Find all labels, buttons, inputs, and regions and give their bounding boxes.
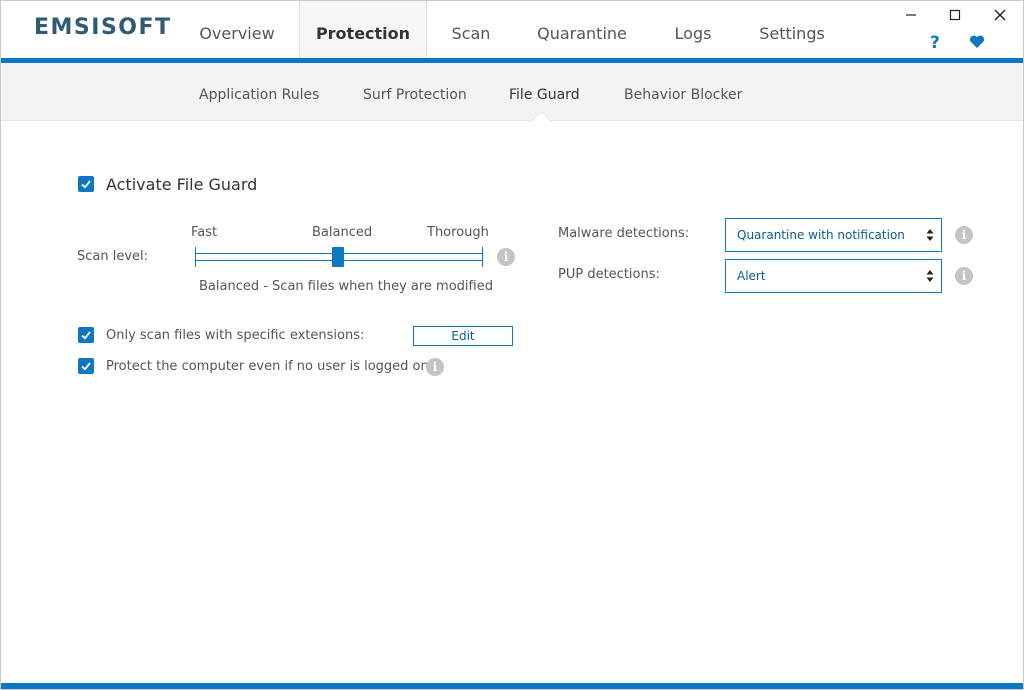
scan-level-thorough-label: Thorough [427,225,489,240]
scan-level-fast-label: Fast [191,225,218,240]
scan-level-balanced-label: Balanced [312,225,373,240]
close-icon[interactable] [988,5,1012,27]
edit-extensions-button[interactable]: Edit [413,326,513,346]
pup-info-icon[interactable]: i [955,267,973,285]
slider-thumb[interactable] [332,247,344,267]
no-user-info-icon[interactable]: i [426,358,444,376]
malware-detections-value: Quarantine with notification [737,228,905,242]
pup-detections-select[interactable]: Alert [725,259,942,293]
tab-protection[interactable]: Protection [299,1,427,59]
help-icon[interactable]: ? [930,33,940,53]
minimize-icon[interactable] [899,5,923,27]
activate-file-guard-label: Activate File Guard [106,175,258,194]
subtab-surf-protection[interactable]: Surf Protection [363,87,467,103]
tab-quarantine[interactable]: Quarantine [523,1,641,59]
slider-tick-end [482,247,483,267]
malware-info-icon[interactable]: i [955,226,973,244]
select-arrows-icon [926,270,934,282]
specific-extensions-checkbox[interactable] [78,327,94,343]
subtab-file-guard[interactable]: File Guard [509,87,580,103]
tab-scan[interactable]: Scan [435,1,507,59]
malware-detections-label: Malware detections: [558,226,690,241]
top-header: EMSISOFT Overview Protection Scan Quaran… [1,1,1023,59]
scan-level-slider[interactable] [195,247,483,267]
maximize-icon[interactable] [943,5,967,27]
malware-detections-select[interactable]: Quarantine with notification [725,218,942,252]
tab-settings[interactable]: Settings [745,1,839,59]
slider-tick-start [195,247,196,267]
scan-level-description: Balanced - Scan files when they are modi… [199,279,493,294]
pup-detections-value: Alert [737,269,766,283]
heart-icon[interactable] [969,34,985,54]
no-user-protection-label: Protect the computer even if no user is … [106,359,429,374]
emsisoft-logo: EMSISOFT [34,15,172,40]
subtab-behavior-blocker[interactable]: Behavior Blocker [624,87,742,103]
app-window: EMSISOFT Overview Protection Scan Quaran… [0,0,1024,690]
bottom-accent-bar [1,683,1023,689]
subtab-application-rules[interactable]: Application Rules [199,87,319,103]
sub-tab-bar: Application Rules Surf Protection File G… [1,63,1023,121]
activate-file-guard-checkbox[interactable] [78,176,94,192]
scan-level-label: Scan level: [77,249,149,264]
tab-logs[interactable]: Logs [657,1,729,59]
scan-level-info-icon[interactable]: i [497,248,515,266]
pup-detections-label: PUP detections: [558,267,660,282]
no-user-protection-checkbox[interactable] [78,358,94,374]
specific-extensions-label: Only scan files with specific extensions… [106,328,365,343]
tab-overview[interactable]: Overview [183,1,291,59]
select-arrows-icon [926,229,934,241]
